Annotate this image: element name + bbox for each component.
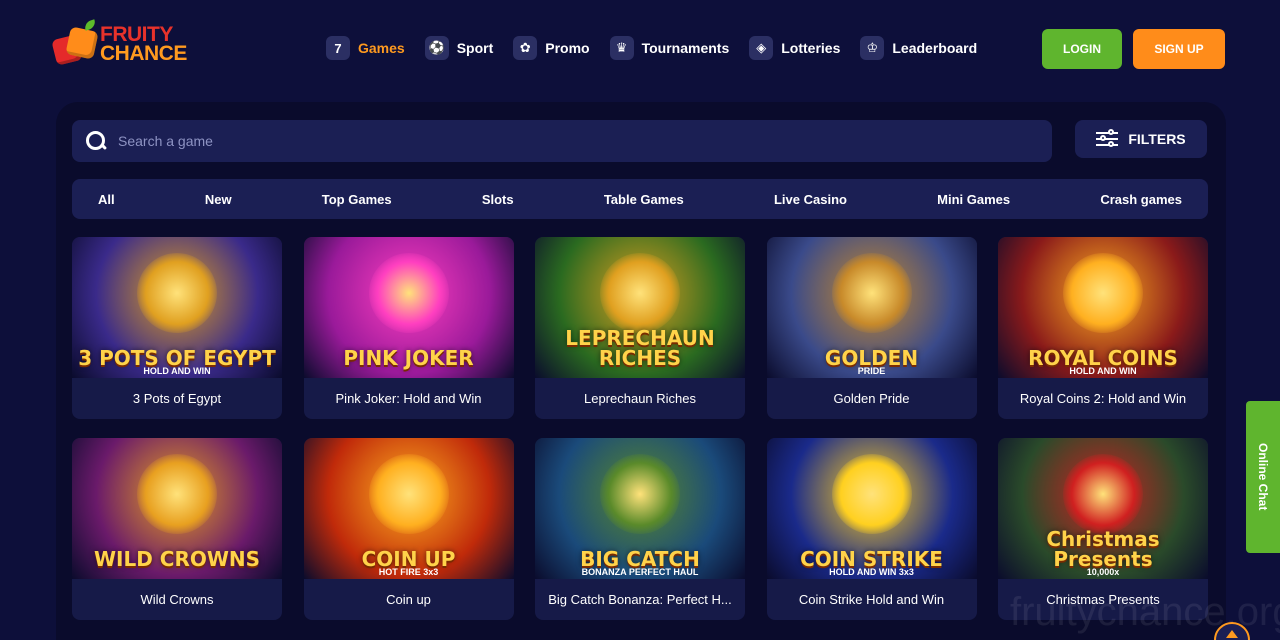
category-tab[interactable]: Top Games [322,192,392,207]
game-card[interactable]: ROYAL COINS HOLD AND WIN Royal Coins 2: Ho… [998,237,1208,419]
game-art-emblem [600,453,680,534]
nav-item-games[interactable]: 7 Games [326,36,405,60]
nav-item-leaderboard[interactable]: ♔ Leaderboard [860,36,977,60]
crown-icon: ♔ [860,36,885,60]
category-tab[interactable]: All [98,192,115,207]
category-tab[interactable]: Table Games [604,192,684,207]
game-art-title: COIN STRIKE [800,547,943,571]
category-tab[interactable]: Live Casino [774,192,847,207]
sliders-icon [1096,129,1119,148]
game-thumbnail: WILD CROWNS [72,438,282,579]
seven-icon: 7 [326,36,350,60]
game-thumbnail: BIG CATCH BONANZA PERFECT HAUL [535,438,745,579]
filters-label: FILTERS [1128,131,1186,147]
category-tab[interactable]: Slots [482,192,514,207]
game-art-subtitle: BONANZA PERFECT HAUL [581,567,699,577]
game-art-emblem [1063,252,1143,333]
brand-wordmark: FRUITY CHANCE [100,23,187,65]
game-thumbnail: Christmas Presents 10,000x [998,438,1208,579]
search-input[interactable] [118,133,1018,149]
game-art-emblem [831,453,912,534]
game-art-subtitle: HOLD AND WIN 3x3 [829,567,914,577]
game-thumbnail: 3 POTS OF EGYPT HOLD AND WIN [72,237,282,378]
nav-item-tournaments[interactable]: ♛ Tournaments [609,36,730,60]
game-art-subtitle: HOLD AND WIN [143,366,211,376]
game-card[interactable]: BIG CATCH BONANZA PERFECT HAUL Big Catch B… [535,438,745,620]
nav-item-label: Promo [545,40,590,56]
game-thumbnail: COIN STRIKE HOLD AND WIN 3x3 [766,438,977,579]
nav-item-label: Tournaments [641,40,730,56]
search-bar[interactable] [72,120,1052,162]
signup-button[interactable]: SIGN UP [1133,29,1225,69]
game-thumbnail: PINK JOKER [303,237,514,378]
game-art-title: PINK JOKER [343,346,474,370]
game-art-emblem [368,252,449,333]
game-name: Leprechaun Riches [583,391,697,406]
game-card[interactable]: WILD CROWNS Wild Crowns [72,438,282,620]
dice-icon: ◈ [749,36,774,60]
brand-logo[interactable]: FRUITY CHANCE [51,14,214,74]
game-card[interactable]: LEPRECHAUN RICHES Leprechaun Riches [535,237,745,419]
nav-item-lotteries[interactable]: ◈ Lotteries [749,36,840,60]
game-art-emblem [831,252,912,333]
online-chat-label: Online Chat [1256,443,1270,511]
online-chat-tab[interactable]: Online Chat [1246,401,1280,553]
game-art-subtitle: 10,000x [1086,567,1120,577]
game-art-title: 3 POTS OF EGYPT [78,346,276,370]
nav-item-sport[interactable]: ⚽ Sport [424,36,494,60]
game-art-title: GOLDEN [824,346,919,370]
nav-item-label: Games [358,40,405,56]
game-card[interactable]: COIN UP HOT FIRE 3x3 Coin up [303,438,514,620]
game-art-subtitle: HOLD AND WIN [1069,366,1137,376]
game-name: Pink Joker: Hold and Win [335,391,482,406]
game-thumbnail: ROYAL COINS HOLD AND WIN [998,237,1208,378]
game-name: Royal Coins 2: Hold and Win [1019,391,1187,406]
game-art-title: LEPRECHAUN RICHES [565,326,715,370]
game-art-title: BIG CATCH [580,547,700,571]
game-thumbnail: GOLDEN PRIDE [766,237,977,378]
game-thumbnail: COIN UP HOT FIRE 3x3 [303,438,514,579]
game-art-subtitle: HOT FIRE 3x3 [378,567,439,577]
game-art-emblem [137,453,217,534]
category-tab[interactable]: Mini Games [937,192,1010,207]
nav-item-label: Leaderboard [892,40,978,56]
game-name: Coin Strike Hold and Win [798,592,945,607]
nav-item-label: Sport [456,40,494,56]
filters-button[interactable]: FILTERS [1075,120,1207,158]
game-card[interactable]: 3 POTS OF EGYPT HOLD AND WIN 3 Pots of Egy… [72,237,282,419]
trophy-icon: ♛ [609,36,634,60]
game-grid: 3 POTS OF EGYPT HOLD AND WIN 3 Pots of Egy… [72,237,1208,620]
game-art-emblem [137,252,217,333]
login-button[interactable]: LOGIN [1042,29,1122,69]
game-name: Big Catch Bonanza: Perfect H... [548,592,732,607]
game-art-title: COIN UP [361,547,456,571]
category-tab[interactable]: New [205,192,232,207]
game-art-title: ROYAL COINS [1028,346,1178,370]
ball-icon: ⚽ [424,36,449,60]
game-thumbnail: LEPRECHAUN RICHES [535,237,745,378]
game-card[interactable]: PINK JOKER Pink Joker: Hold and Win [303,237,514,419]
category-bar: All New Top Games Slots Table Games Live Casi… [72,179,1208,219]
site-header: FRUITY CHANCE 7 Games ⚽ Sport ✿ Promo ♛ Tournam… [0,0,1280,96]
nav-item-promo[interactable]: ✿ Promo [513,36,590,60]
game-art-emblem [368,453,449,534]
game-name: Wild Crowns [140,592,214,607]
game-name: Coin up [386,592,431,607]
main-nav: 7 Games ⚽ Sport ✿ Promo ♛ Tournaments ◈ Lotteries… [326,34,997,62]
game-art-emblem [1063,453,1143,534]
game-name: Golden Pride [833,391,910,406]
game-name: 3 Pots of Egypt [132,391,222,406]
clover-icon: ✿ [513,36,538,60]
game-art-title: Christmas Presents [1046,527,1160,571]
game-art-subtitle: PRIDE [857,366,886,376]
game-art-title: WILD CROWNS [93,547,261,571]
dice-logo-icon [51,19,99,66]
category-tab[interactable]: Crash games [1100,192,1182,207]
game-art-emblem [600,252,680,333]
game-card[interactable]: COIN STRIKE HOLD AND WIN 3x3 Coin Strike H… [766,438,977,620]
nav-item-label: Lotteries [781,40,841,56]
search-icon [86,131,106,151]
game-card[interactable]: GOLDEN PRIDE Golden Pride [766,237,977,419]
